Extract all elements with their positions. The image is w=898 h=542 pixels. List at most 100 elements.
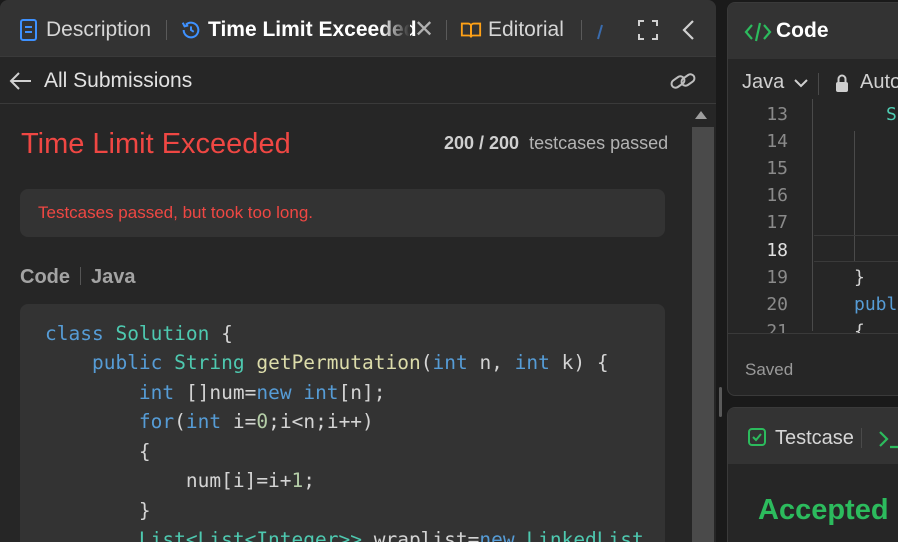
code-line: for(int i=0;i<n;i++) — [45, 410, 374, 438]
code-language: Java — [91, 266, 136, 288]
status-message-box: Testcases passed, but took too long. — [20, 189, 665, 237]
code-token: public — [91, 351, 175, 374]
code-token: wraplist= — [361, 528, 480, 542]
testcase-header: Testcase — [728, 408, 898, 464]
code-token: String — [174, 351, 257, 374]
code-token: ( — [174, 410, 186, 433]
tab-description-label: Description — [46, 18, 152, 41]
testcases-count: 200 / 200 — [444, 133, 520, 153]
tab-separator — [861, 428, 862, 448]
toolbar-divider — [818, 73, 819, 95]
history-icon — [181, 21, 200, 39]
editor-code-fragment: { — [854, 321, 865, 333]
code-token: Solution — [115, 322, 210, 345]
language-value: Java — [742, 71, 785, 93]
back-arrow-icon[interactable] — [8, 68, 34, 94]
panel-tab-bar: Description Time Limit Exceeded ✕ Editor… — [0, 0, 716, 57]
code-line: num[i]=i+1; — [45, 469, 315, 497]
chevron-left-icon[interactable] — [678, 18, 700, 42]
line-number: 20 — [766, 294, 788, 315]
code-label: Code — [20, 266, 70, 288]
testcase-panel: Testcase Accepted — [727, 407, 898, 542]
document-icon — [20, 19, 37, 41]
tab-editorial-label: Editorial — [488, 18, 564, 41]
code-token: num[i]=i+ — [45, 469, 292, 492]
editor-code-fragment: publ — [854, 294, 898, 315]
testcases-passed: 200 / 200 testcases passed — [444, 133, 668, 154]
tab-testcase[interactable]: Testcase — [775, 427, 854, 450]
code-token: int — [514, 351, 550, 374]
tab-separator — [581, 20, 582, 40]
code-token: k) { — [549, 351, 609, 374]
code-brackets-icon — [744, 22, 772, 42]
indent-guide — [812, 99, 813, 331]
tab-fade — [380, 0, 410, 56]
saved-status: Saved — [745, 360, 794, 379]
code-token: int — [138, 381, 175, 404]
editor-code-fragment: S — [886, 104, 897, 125]
language-select[interactable]: Java — [742, 71, 808, 94]
code-token: []num= — [174, 381, 257, 404]
current-line-highlight — [814, 235, 898, 262]
panel-resize-handle[interactable] — [719, 387, 722, 417]
editor-code-fragment: } — [854, 267, 865, 288]
tab-separator — [446, 20, 447, 40]
solutions-icon[interactable] — [594, 22, 610, 42]
code-token: class — [45, 322, 116, 345]
line-number: 17 — [766, 212, 788, 233]
book-icon — [460, 22, 482, 38]
code-token: ( — [420, 351, 433, 374]
code-token: int — [303, 381, 339, 404]
code-line: int []num=new int[n]; — [45, 381, 386, 409]
code-line: public String getPermutation(int n, int … — [45, 351, 609, 379]
status-message: Testcases passed, but took too long. — [38, 203, 314, 222]
scrollbar-thumb[interactable] — [692, 127, 714, 542]
code-line: List<List<Integer>> wraplist=new LinkedL… — [45, 528, 644, 542]
code-token: getPermutation — [256, 351, 421, 374]
all-submissions-link[interactable]: All Submissions — [44, 69, 192, 93]
tab-separator — [166, 20, 167, 40]
code-token: LinkedList — [526, 528, 644, 542]
code-token: i= — [221, 410, 257, 433]
line-number: 16 — [766, 185, 788, 206]
tab-editorial[interactable]: Editorial — [460, 16, 564, 44]
close-tab-icon[interactable]: ✕ — [414, 16, 436, 44]
code-line: class Solution { — [45, 322, 233, 350]
submitted-code[interactable]: class Solution { public String getPermut… — [20, 304, 665, 542]
share-link-icon[interactable] — [668, 67, 698, 95]
lock-icon — [836, 74, 848, 92]
expand-icon[interactable] — [636, 18, 660, 42]
code-editor-panel: Code Java Auto 13 14 15 16 17 18 19 20 2… — [727, 2, 898, 396]
terminal-icon[interactable] — [878, 428, 898, 450]
submission-content: Time Limit Exceeded 200 / 200 testcases … — [0, 104, 690, 542]
scroll-up-arrow-icon[interactable] — [695, 111, 707, 119]
code-token: 0 — [256, 410, 269, 433]
testcases-suffix: testcases passed — [529, 133, 669, 153]
test-result-status: Accepted — [758, 494, 889, 526]
editor-header: Code — [728, 3, 898, 59]
code-token: 1 — [291, 469, 304, 492]
header-divider — [80, 267, 81, 285]
editor-footer-divider — [728, 333, 898, 334]
line-number: 14 — [766, 131, 788, 152]
code-line: { — [45, 440, 151, 463]
code-token: int — [185, 410, 222, 433]
chevron-down-icon — [794, 79, 808, 88]
submission-status: Time Limit Exceeded — [21, 128, 291, 160]
line-number: 15 — [766, 158, 788, 179]
code-token: ;i<n;i++) — [268, 410, 374, 433]
code-token: [n]; — [338, 381, 386, 404]
code-token: { — [209, 322, 233, 345]
code-section-header: Code Java — [20, 266, 136, 289]
autosave-mode[interactable]: Auto — [860, 71, 898, 94]
code-line: } — [45, 499, 151, 522]
line-number: 13 — [766, 104, 788, 125]
submission-panel: Description Time Limit Exceeded ✕ Editor… — [0, 0, 716, 542]
code-token: for — [138, 410, 175, 433]
tab-description[interactable]: Description — [18, 16, 151, 44]
